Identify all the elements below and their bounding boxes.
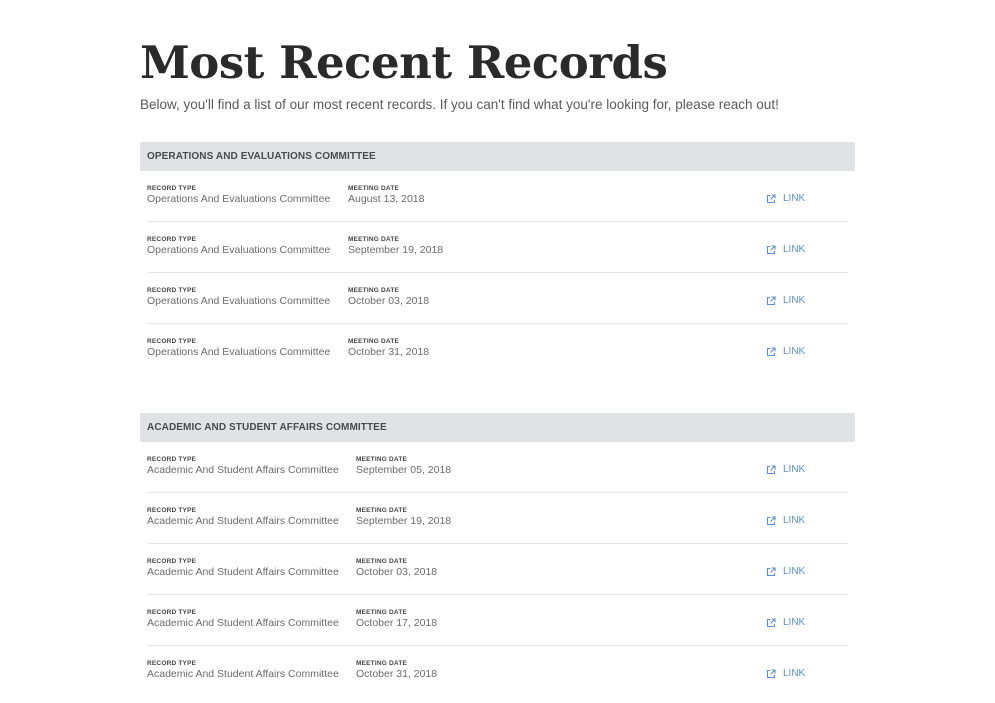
external-link-icon <box>766 566 776 576</box>
record-row: RECORD TYPE Academic And Student Affairs… <box>147 595 848 646</box>
record-type-value: Academic And Student Affairs Committee <box>147 668 339 680</box>
link-label: LINK <box>783 617 806 628</box>
record-row: RECORD TYPE Academic And Student Affairs… <box>147 442 848 493</box>
record-row: RECORD TYPE Academic And Student Affairs… <box>147 544 848 595</box>
section-academic-and-student-affairs: ACADEMIC AND STUDENT AFFAIRS COMMITTEE R… <box>140 413 855 697</box>
record-link[interactable]: LINK <box>766 668 805 679</box>
records-page: Most Recent Records Below, you'll find a… <box>140 0 855 697</box>
record-type-field: RECORD TYPE Operations And Evaluations C… <box>147 236 330 257</box>
record-type-value: Operations And Evaluations Committee <box>147 295 331 307</box>
meeting-date-value: August 13, 2018 <box>348 193 425 205</box>
meeting-date-field: MEETING DATE August 13, 2018 <box>348 185 424 206</box>
meeting-date-label: MEETING DATE <box>356 558 408 565</box>
record-link[interactable]: LINK <box>766 295 805 306</box>
meeting-date-field: MEETING DATE October 31, 2018 <box>348 338 429 359</box>
meeting-date-value: October 31, 2018 <box>356 668 438 680</box>
record-type-label: RECORD TYPE <box>147 287 197 294</box>
meeting-date-field: MEETING DATE October 03, 2018 <box>356 558 437 579</box>
link-label: LINK <box>783 346 806 357</box>
record-link[interactable]: LINK <box>766 244 805 255</box>
meeting-date-value: October 03, 2018 <box>348 295 430 307</box>
record-link[interactable]: LINK <box>766 515 805 526</box>
record-type-value: Academic And Student Affairs Committee <box>147 617 339 629</box>
meeting-date-label: MEETING DATE <box>356 507 408 514</box>
record-type-field: RECORD TYPE Operations And Evaluations C… <box>147 185 330 206</box>
section-operations-and-evaluations: OPERATIONS AND EVALUATIONS COMMITTEE REC… <box>140 142 855 375</box>
meeting-date-value: September 05, 2018 <box>356 464 452 476</box>
meeting-date-field: MEETING DATE October 31, 2018 <box>356 660 437 681</box>
record-row: RECORD TYPE Academic And Student Affairs… <box>147 646 848 697</box>
record-type-field: RECORD TYPE Academic And Student Affairs… <box>147 558 339 579</box>
external-link-icon <box>766 295 776 305</box>
record-row: RECORD TYPE Operations And Evaluations C… <box>147 222 848 273</box>
record-type-label: RECORD TYPE <box>147 236 197 243</box>
external-link-icon <box>766 464 776 474</box>
external-link-icon <box>766 193 776 203</box>
record-row: RECORD TYPE Academic And Student Affairs… <box>147 493 848 544</box>
record-row: RECORD TYPE Operations And Evaluations C… <box>147 171 848 222</box>
record-list: RECORD TYPE Academic And Student Affairs… <box>140 442 855 697</box>
meeting-date-value: October 31, 2018 <box>348 346 430 358</box>
record-link[interactable]: LINK <box>766 464 805 475</box>
meeting-date-value: October 17, 2018 <box>356 617 438 629</box>
meeting-date-field: MEETING DATE October 03, 2018 <box>348 287 429 308</box>
record-type-label: RECORD TYPE <box>147 507 197 514</box>
section-header: ACADEMIC AND STUDENT AFFAIRS COMMITTEE <box>140 413 855 442</box>
record-type-label: RECORD TYPE <box>147 609 197 616</box>
record-type-value: Operations And Evaluations Committee <box>147 346 331 358</box>
record-type-field: RECORD TYPE Operations And Evaluations C… <box>147 287 330 308</box>
record-type-value: Operations And Evaluations Committee <box>147 244 331 256</box>
record-type-label: RECORD TYPE <box>147 660 197 667</box>
link-label: LINK <box>783 515 806 526</box>
link-label: LINK <box>783 193 806 204</box>
link-label: LINK <box>783 244 806 255</box>
record-link[interactable]: LINK <box>766 566 805 577</box>
link-label: LINK <box>783 668 806 679</box>
meeting-date-value: October 03, 2018 <box>356 566 438 578</box>
link-label: LINK <box>783 566 806 577</box>
meeting-date-label: MEETING DATE <box>356 456 408 463</box>
record-type-field: RECORD TYPE Operations And Evaluations C… <box>147 338 330 359</box>
meeting-date-label: MEETING DATE <box>348 236 400 243</box>
record-row: RECORD TYPE Operations And Evaluations C… <box>147 273 848 324</box>
page-title: Most Recent Records <box>140 36 668 89</box>
record-type-field: RECORD TYPE Academic And Student Affairs… <box>147 507 339 528</box>
meeting-date-label: MEETING DATE <box>348 287 400 294</box>
record-type-value: Academic And Student Affairs Committee <box>147 464 339 476</box>
record-type-label: RECORD TYPE <box>147 558 197 565</box>
meeting-date-value: September 19, 2018 <box>356 515 452 527</box>
meeting-date-field: MEETING DATE September 19, 2018 <box>356 507 451 528</box>
section-header: OPERATIONS AND EVALUATIONS COMMITTEE <box>140 142 855 171</box>
record-list: RECORD TYPE Operations And Evaluations C… <box>140 171 855 375</box>
meeting-date-label: MEETING DATE <box>356 609 408 616</box>
meeting-date-field: MEETING DATE September 05, 2018 <box>356 456 451 477</box>
link-label: LINK <box>783 295 806 306</box>
external-link-icon <box>766 244 776 254</box>
record-type-label: RECORD TYPE <box>147 185 197 192</box>
meeting-date-value: September 19, 2018 <box>348 244 444 256</box>
record-row: RECORD TYPE Operations And Evaluations C… <box>147 324 848 375</box>
record-type-field: RECORD TYPE Academic And Student Affairs… <box>147 660 339 681</box>
external-link-icon <box>766 617 776 627</box>
record-type-label: RECORD TYPE <box>147 338 197 345</box>
record-type-label: RECORD TYPE <box>147 456 197 463</box>
record-link[interactable]: LINK <box>766 193 805 204</box>
record-type-value: Academic And Student Affairs Committee <box>147 566 339 578</box>
meeting-date-field: MEETING DATE October 17, 2018 <box>356 609 437 630</box>
record-type-field: RECORD TYPE Academic And Student Affairs… <box>147 609 339 630</box>
link-label: LINK <box>783 464 806 475</box>
meeting-date-label: MEETING DATE <box>348 185 400 192</box>
meeting-date-label: MEETING DATE <box>348 338 400 345</box>
meeting-date-label: MEETING DATE <box>356 660 408 667</box>
record-type-value: Operations And Evaluations Committee <box>147 193 331 205</box>
record-link[interactable]: LINK <box>766 617 805 628</box>
meeting-date-field: MEETING DATE September 19, 2018 <box>348 236 443 257</box>
external-link-icon <box>766 668 776 678</box>
record-type-value: Academic And Student Affairs Committee <box>147 515 339 527</box>
record-type-field: RECORD TYPE Academic And Student Affairs… <box>147 456 339 477</box>
page-intro: Below, you'll find a list of our most re… <box>140 97 779 112</box>
external-link-icon <box>766 346 776 356</box>
external-link-icon <box>766 515 776 525</box>
record-link[interactable]: LINK <box>766 346 805 357</box>
